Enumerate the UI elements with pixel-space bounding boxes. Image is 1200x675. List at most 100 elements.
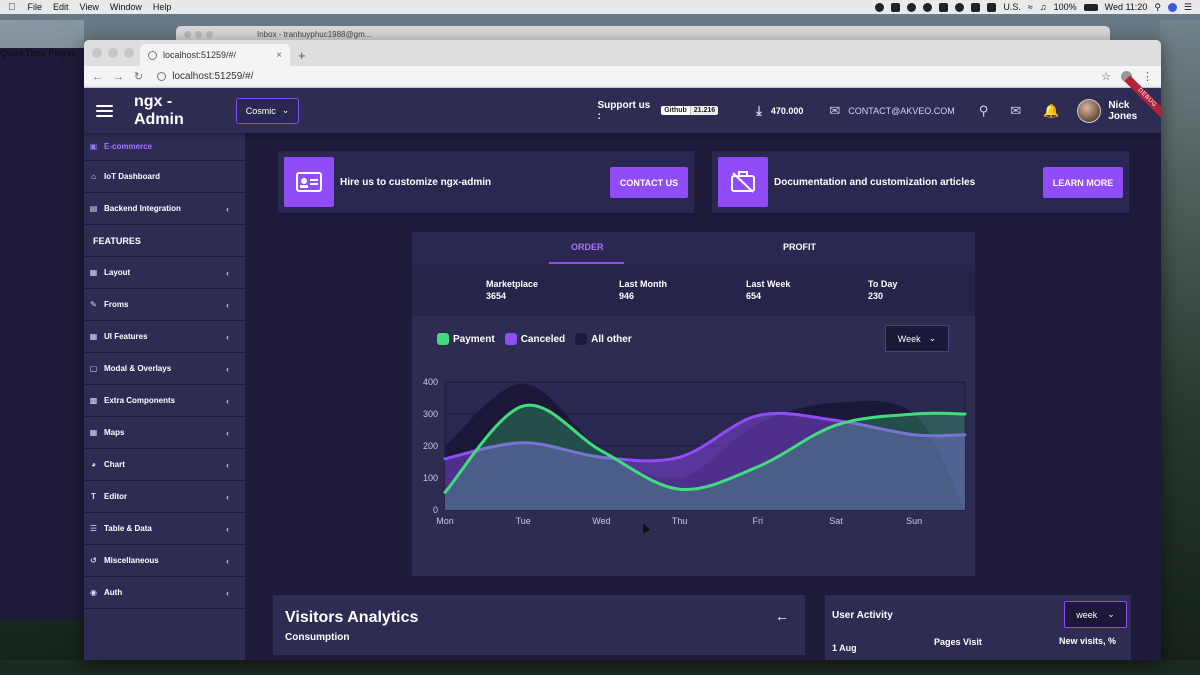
background-tab-title[interactable]: Inbox - tranhuyphuc1988@gm... [257,30,371,39]
legend-payment[interactable]: Payment [437,333,495,345]
legend-all-other[interactable]: All other [575,333,632,345]
chevron-down-icon: ⌄ [928,333,937,343]
back-arrow-icon[interactable]: ← [92,71,103,83]
mail-icon[interactable]: ✉ [1010,103,1021,119]
brand-title[interactable]: ngx - Admin [134,93,226,129]
chevron-left-icon: ‹ [226,555,229,566]
contact-card-icon [284,157,334,207]
sidebar-item-auth[interactable]: ◉ Auth ‹ [84,577,245,609]
window-dot [195,30,202,38]
grid-icon: ▦ [89,332,98,341]
menu-edit[interactable]: Edit [53,2,69,12]
url-field[interactable]: localhost:51259/#/ [157,71,1091,82]
sidebar-item-miscellaneous[interactable]: ↺ Miscellaneous ‹ [84,545,245,577]
sidebar-item-maps[interactable]: ▦ Maps ‹ [84,417,245,449]
learn-more-button[interactable]: LEARN MORE [1043,167,1123,198]
wifi-icon[interactable]: ≈ [1028,2,1033,12]
layout-icon: ▦ [89,268,98,277]
legend-label: Payment [453,333,495,345]
shuffle-icon: ↺ [90,556,97,565]
record-icon[interactable] [875,2,885,12]
window-dot [184,30,191,38]
creative-cloud-icon[interactable] [955,2,965,12]
sidebar-item-backend-integration[interactable]: ▤ Backend Integration ‹ [84,193,245,225]
sidebar-item-label: UI Features [104,332,148,341]
sidebar-item-label: E-commerce [104,142,153,151]
chevron-left-icon: ‹ [226,203,229,214]
orders-profit-card: ORDER PROFIT Marketplace 3654 Last Month… [412,232,975,576]
download-icon: ⤓ [756,102,762,118]
activity-period-select[interactable]: week ⌄ [1064,601,1127,628]
sidebar-item-ui-features[interactable]: ▦ UI Features ‹ [84,321,245,353]
x-tick-label: Wed [592,516,610,526]
site-info-icon[interactable] [157,72,167,81]
sync-icon[interactable] [907,2,917,12]
reload-icon[interactable]: ↻ [134,70,143,83]
main-content: Hire us to customize ngx-admin CONTACT U… [245,133,1161,660]
text-icon: T [91,492,96,501]
tray-icon[interactable] [923,2,933,12]
sidebar-item-label: Editor [104,492,128,501]
sidebar-item-table-data[interactable]: ☰ Table & Data ‹ [84,513,245,545]
menu-file[interactable]: File [28,2,43,12]
sidebar-item-chart[interactable]: ◕ Chart ‹ [84,449,245,481]
siri-icon[interactable] [1167,2,1177,12]
menu-toggle-icon[interactable] [96,104,113,117]
sidebar-item-label: Maps [104,428,125,437]
chevron-left-icon: ‹ [226,395,229,406]
sidebar-item-extra-components[interactable]: ▩ Extra Components ‹ [84,385,245,417]
menu-help[interactable]: Help [153,2,172,12]
tab-bar: localhost:51259/#/ × + [84,40,1161,66]
legend-canceled[interactable]: Canceled [504,333,565,345]
chevron-down-icon: ⌄ [1107,609,1115,619]
bell-icon[interactable]: 🔔 [1043,103,1059,119]
search-icon[interactable]: ⚲ [979,103,989,119]
address-bar: ← → ↻ localhost:51259/#/ ☆ ⋮ [84,66,1161,88]
battery-percent[interactable]: 100% [1054,2,1077,12]
window-controls [92,48,134,58]
tray-icon[interactable] [971,2,981,12]
sidebar-item-layout[interactable]: ▦ Layout ‹ [84,257,245,289]
sidebar-item-e-commerce[interactable]: ▣ E-commerce [84,133,245,161]
contact-us-button[interactable]: CONTACT US [610,167,688,198]
sidebar-item-editor[interactable]: T Editor ‹ [84,481,245,513]
tray-icon[interactable] [891,2,901,12]
forward-arrow-icon[interactable]: → [113,71,124,83]
downloads-counter[interactable]: ⤓ 470.000 [756,103,803,119]
arrow-left-icon[interactable]: ← [775,608,789,624]
volume-icon[interactable]: ♫ [1040,2,1047,12]
browser-menu-icon[interactable]: ⋮ [1142,70,1153,83]
clock[interactable]: Wed 11:20 [1105,2,1148,12]
bookmark-star-icon[interactable]: ☆ [1101,70,1111,83]
visitors-analytics-card: Visitors Analytics Consumption ← [273,595,805,655]
ngx-admin-app: ngx - Admin Cosmic ⌄ Support us : Github… [84,75,1161,660]
period-select[interactable]: Week ⌄ [885,325,949,352]
chevron-left-icon: ‹ [226,299,229,310]
menu-window[interactable]: Window [110,2,142,12]
y-tick-label: 300 [423,409,438,419]
sidebar-item-forms[interactable]: ✎ Froms ‹ [84,289,245,321]
close-tab-icon[interactable]: × [276,50,282,61]
menu-view[interactable]: View [80,2,99,12]
sidebar-item-iot-dashboard[interactable]: ⌂ IoT Dashboard [84,161,245,193]
input-locale[interactable]: U.S. [1003,2,1021,12]
minimize-window-button[interactable] [108,48,118,58]
spotlight-icon[interactable]: ⚲ [1154,2,1161,13]
tray-icon[interactable] [939,2,949,12]
sidebar-item-modal-overlays[interactable]: ▢ Modal & Overlays ‹ [84,353,245,385]
flag-icon[interactable] [987,2,997,12]
new-tab-button[interactable]: + [298,48,306,63]
close-window-button[interactable] [92,48,102,58]
sidebar-section-header: FEATURES [84,225,245,257]
chevron-left-icon: ‹ [226,523,229,534]
contact-link[interactable]: ✉ CONTACT@AKVEO.COM [829,103,954,119]
github-badge[interactable]: Github 21.216 [661,106,719,115]
legend-label: All other [591,333,632,345]
maximize-window-button[interactable] [124,48,134,58]
orders-chart: 0 100 200 300 400 Mon Tue Wed Thu Fri Sat Sun [423,377,967,526]
url-text[interactable]: localhost:51259/#/ [172,71,253,82]
apple-menu-icon[interactable]:  [8,2,16,13]
browser-tab[interactable]: localhost:51259/#/ × [140,44,290,66]
theme-select[interactable]: Cosmic ⌄ [235,97,300,124]
notification-center-icon[interactable]: ☰ [1184,2,1192,13]
